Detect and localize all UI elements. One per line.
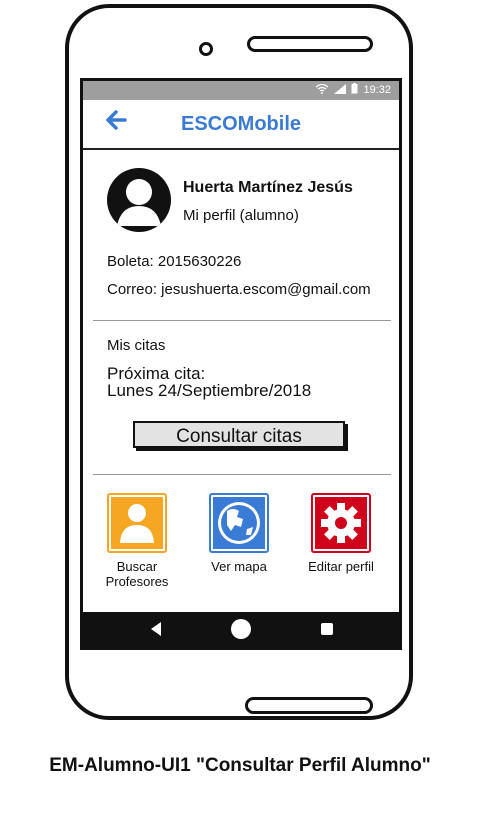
editar-perfil-button[interactable] — [311, 493, 371, 553]
buscar-profesores-label: Buscar Profesores — [105, 559, 169, 589]
ver-mapa-button[interactable] — [209, 493, 269, 553]
app-title: ESCOMobile — [180, 113, 301, 135]
back-triangle-icon[interactable] — [149, 621, 163, 642]
android-nav-bar — [83, 612, 399, 647]
student-name: Huerta Martínez Jesús — [183, 179, 353, 196]
globe-icon — [213, 497, 265, 549]
editar-perfil-label: Editar perfil — [308, 559, 374, 574]
buscar-profesores-button[interactable] — [107, 493, 167, 553]
next-appointment-date: Lunes 24/Septiembre/2018 — [107, 381, 312, 400]
divider — [93, 320, 391, 321]
person-icon — [111, 497, 163, 549]
figure-caption: EM-Alumno-UI1 "Consultar Perfil Alumno" — [49, 755, 431, 776]
consultar-citas-button[interactable]: Consultar citas — [133, 421, 345, 448]
boleta-field: Boleta: 2015630226 — [107, 253, 242, 270]
next-appointment-label: Próxima cita: — [107, 364, 206, 383]
next-appointment: Próxima cita: Lunes 24/Septiembre/2018 — [107, 365, 311, 399]
email-field: Correo: jesushuerta.escom@gmail.com — [107, 281, 371, 298]
recents-square-icon[interactable] — [320, 622, 334, 641]
avatar — [107, 168, 171, 232]
phone-screen: 19:32 ESCOMobile Huerta Martínez Jesús M… — [80, 78, 402, 650]
profile-role: Mi perfil (alumno) — [183, 207, 299, 224]
home-circle-icon[interactable] — [230, 618, 252, 645]
battery-icon — [351, 83, 358, 97]
citas-heading: Mis citas — [107, 337, 166, 354]
signal-icon — [334, 83, 347, 97]
speaker-grille — [247, 36, 373, 52]
gear-icon — [315, 497, 367, 549]
ver-mapa-label: Ver mapa — [211, 559, 267, 574]
home-button[interactable] — [245, 697, 373, 714]
wifi-icon — [315, 83, 329, 97]
app-bar: ESCOMobile — [83, 100, 399, 150]
camera-icon — [199, 42, 213, 56]
divider — [93, 474, 391, 475]
status-time: 19:32 — [363, 84, 391, 96]
status-bar: 19:32 — [83, 81, 399, 100]
